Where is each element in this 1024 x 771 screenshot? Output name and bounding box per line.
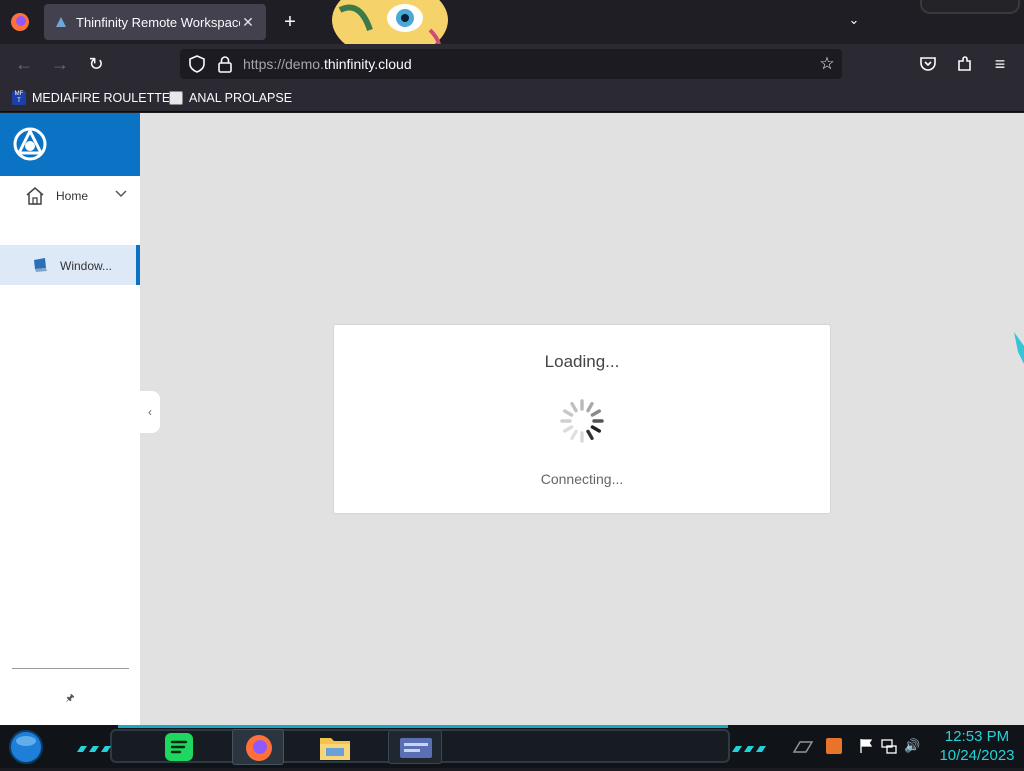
tracking-protection-shield-icon[interactable]	[188, 55, 206, 73]
show-desktop-icon[interactable]	[792, 740, 814, 754]
new-tab-button[interactable]: +	[278, 10, 302, 34]
hamburger-menu-icon[interactable]: ≡	[990, 54, 1010, 74]
spotify-app-icon[interactable]	[164, 732, 194, 762]
volume-icon[interactable]: 🔊	[904, 738, 922, 754]
tab-title: Thinfinity Remote Workspace	[76, 14, 240, 30]
forward-arrow-icon[interactable]: →	[48, 52, 72, 76]
tab-thinfinity[interactable]: Thinfinity Remote Workspace ✕	[44, 4, 266, 40]
bookmark-star-icon[interactable]: ☆	[817, 54, 837, 74]
loading-title: Loading...	[544, 352, 620, 371]
bookmark-anal-prolapse[interactable]: ANAL PROLAPSE	[169, 88, 292, 108]
terminal-icon	[169, 91, 183, 105]
start-orb-icon[interactable]	[8, 729, 44, 765]
chevron-down-icon[interactable]	[114, 186, 128, 200]
tray-date: 10/24/2023	[939, 747, 1015, 764]
side-arrow-decoration	[1014, 332, 1024, 364]
url-domain: thinfinity.cloud	[323, 56, 412, 72]
bookmark-mediafire[interactable]: MF T MEDIAFIRE ROULETTER	[12, 88, 179, 108]
sidebar-collapse-button[interactable]: ‹	[140, 391, 160, 433]
tray-app-icon[interactable]	[826, 738, 842, 754]
lock-icon[interactable]	[216, 55, 234, 73]
back-arrow-icon[interactable]: ←	[12, 52, 36, 76]
url-prefix: https://demo.	[243, 56, 324, 72]
tray-clock[interactable]: 12:53 PM 10/24/2023	[930, 727, 1024, 765]
reload-icon[interactable]: ↻	[84, 52, 108, 76]
home-icon	[25, 186, 45, 206]
bookmark-label: MEDIAFIRE ROULETTER	[32, 91, 180, 105]
windows-desktop-icon	[32, 257, 48, 273]
thinfinity-favicon-icon	[54, 15, 68, 29]
file-explorer-app-icon[interactable]	[318, 732, 352, 762]
tray-time: 12:53 PM	[944, 728, 1010, 745]
mediafire-icon: MF T	[12, 91, 26, 105]
list-all-tabs-icon[interactable]: ⌄	[846, 12, 862, 32]
sidebar-item-windows-label: Window...	[60, 259, 113, 273]
taskbar-accent-line	[118, 725, 728, 728]
sidebar-item-windows[interactable]: Window...	[0, 245, 140, 285]
connecting-status: Connecting...	[540, 471, 624, 487]
extensions-puzzle-icon[interactable]	[955, 54, 975, 74]
tab-close-icon[interactable]: ✕	[240, 14, 256, 31]
browser-tabstrip: Thinfinity Remote Workspace ✕ + ⌄	[0, 0, 1024, 58]
firefox-app-icon[interactable]	[232, 729, 284, 765]
sidebar-item-home-label: Home	[56, 189, 89, 203]
action-center-flag-icon[interactable]	[858, 738, 874, 754]
network-icon[interactable]	[881, 738, 897, 754]
taskbar-decoration-right	[730, 740, 770, 752]
sidebar-divider	[12, 668, 129, 669]
loading-spinner-icon	[557, 396, 607, 446]
sidebar-header	[0, 113, 140, 176]
bookmark-label: ANAL PROLAPSE	[189, 91, 293, 105]
sidebar-item-home[interactable]: Home	[0, 180, 140, 214]
app-window-icon[interactable]	[388, 730, 442, 764]
pocket-icon[interactable]	[918, 54, 938, 74]
pin-icon[interactable]: 🖈	[65, 691, 75, 705]
window-frame-decoration	[920, 0, 1020, 14]
taskbar-decoration-left	[75, 740, 115, 752]
url-text[interactable]: https://demo.thinfinity.cloud	[243, 56, 412, 72]
firefox-menu-icon[interactable]	[10, 12, 30, 32]
thinfinity-logo-icon[interactable]	[13, 127, 47, 161]
